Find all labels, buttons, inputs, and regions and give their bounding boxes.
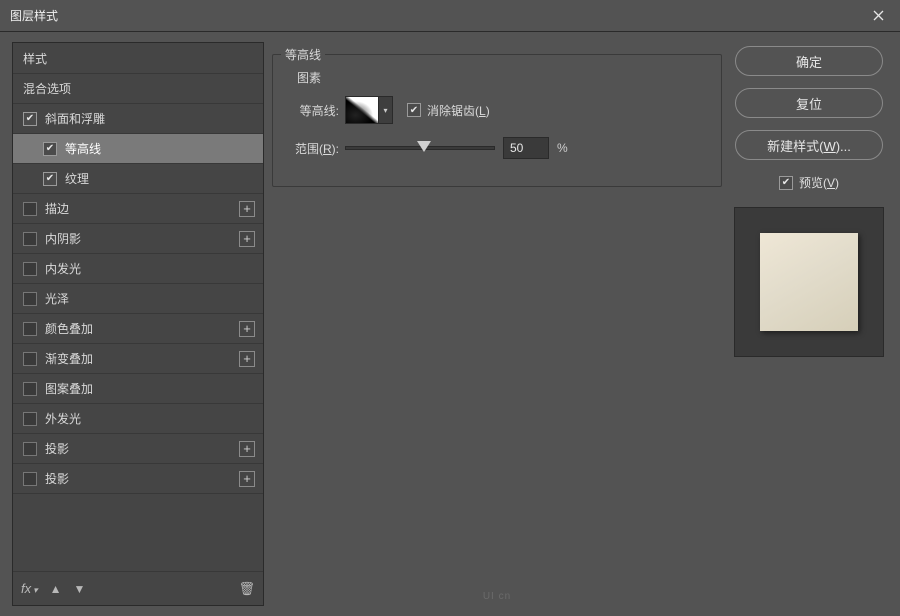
close-button[interactable] (856, 0, 900, 32)
sidebar-item-drop-shadow-1[interactable]: 投影+ (13, 433, 263, 463)
section-title: 图素 (293, 69, 707, 86)
effect-checkbox[interactable] (23, 472, 37, 486)
effect-checkbox[interactable] (23, 202, 37, 216)
sidebar-item-contour[interactable]: 等高线 (13, 133, 263, 163)
effect-checkbox[interactable] (23, 112, 37, 126)
sidebar-item-outer-glow[interactable]: 外发光 (13, 403, 263, 433)
effect-checkbox[interactable] (23, 352, 37, 366)
sidebar-header-styles[interactable]: 样式 (13, 43, 263, 73)
add-instance-button[interactable]: + (239, 231, 255, 247)
sidebar-item-texture[interactable]: 纹理 (13, 163, 263, 193)
effect-checkbox[interactable] (23, 232, 37, 246)
effect-checkbox[interactable] (23, 412, 37, 426)
effect-checkbox[interactable] (43, 142, 57, 156)
antialias-checkbox[interactable] (407, 103, 421, 117)
sidebar-item-label: 图案叠加 (45, 380, 255, 397)
sidebar-item-label: 内阴影 (45, 230, 239, 247)
new-style-button[interactable]: 新建样式(W)... (735, 130, 883, 160)
sidebar-item-drop-shadow-2[interactable]: 投影+ (13, 463, 263, 493)
watermark: UI cn (483, 591, 511, 602)
contour-label: 等高线: (287, 102, 345, 119)
effect-checkbox[interactable] (43, 172, 57, 186)
preview-checkbox[interactable] (779, 176, 793, 190)
sidebar-footer: fx▾ ▲ ▼ 🗑 (13, 571, 263, 605)
sidebar-item-satin[interactable]: 光泽 (13, 283, 263, 313)
sidebar-item-label: 投影 (45, 470, 239, 487)
sidebar-item-label: 斜面和浮雕 (45, 110, 255, 127)
settings-panel: 等高线 图素 等高线: ▾ 消除锯齿(L) 范围(R): % UI cn (272, 42, 722, 606)
sidebar-item-label: 光泽 (45, 290, 255, 307)
fx-menu-button[interactable]: fx▾ (21, 581, 38, 596)
effect-checkbox[interactable] (23, 262, 37, 276)
slider-thumb-icon (417, 141, 431, 152)
sidebar-item-bevel[interactable]: 斜面和浮雕 (13, 103, 263, 133)
preview-toggle[interactable]: 预览(V) (779, 174, 839, 191)
sidebar-item-label: 投影 (45, 440, 239, 457)
add-instance-button[interactable]: + (239, 441, 255, 457)
add-instance-button[interactable]: + (239, 321, 255, 337)
antialias-label: 消除锯齿(L) (427, 102, 490, 119)
sidebar-header-blend[interactable]: 混合选项 (13, 73, 263, 103)
preview-box (734, 207, 884, 357)
action-column: 确定 复位 新建样式(W)... 预览(V) (730, 42, 888, 606)
effect-checkbox[interactable] (23, 292, 37, 306)
range-label: 范围(R): (287, 140, 345, 157)
range-slider[interactable] (345, 138, 495, 158)
sidebar-item-label: 等高线 (65, 140, 255, 157)
range-input[interactable] (503, 137, 549, 159)
sidebar-item-label: 描边 (45, 200, 239, 217)
group-title: 等高线 (281, 46, 325, 63)
range-unit: % (557, 141, 568, 155)
move-up-button[interactable]: ▲ (50, 582, 62, 596)
contour-picker[interactable] (345, 96, 379, 124)
sidebar-item-label: 纹理 (65, 170, 255, 187)
delete-button[interactable]: 🗑 (238, 581, 255, 597)
sidebar-item-label: 渐变叠加 (45, 350, 239, 367)
sidebar-item-label: 颜色叠加 (45, 320, 239, 337)
styles-sidebar: 样式 混合选项 斜面和浮雕等高线纹理描边+内阴影+内发光光泽颜色叠加+渐变叠加+… (12, 42, 264, 606)
window-title: 图层样式 (10, 7, 58, 24)
contour-dropdown[interactable]: ▾ (379, 96, 393, 124)
reset-button[interactable]: 复位 (735, 88, 883, 118)
sidebar-item-gradient-overlay[interactable]: 渐变叠加+ (13, 343, 263, 373)
sidebar-item-label: 外发光 (45, 410, 255, 427)
titlebar: 图层样式 (0, 0, 900, 32)
sidebar-item-color-overlay[interactable]: 颜色叠加+ (13, 313, 263, 343)
add-instance-button[interactable]: + (239, 351, 255, 367)
contour-group: 等高线 图素 等高线: ▾ 消除锯齿(L) 范围(R): % (272, 54, 722, 187)
sidebar-item-pattern-overlay[interactable]: 图案叠加 (13, 373, 263, 403)
add-instance-button[interactable]: + (239, 471, 255, 487)
sidebar-item-inner-glow[interactable]: 内发光 (13, 253, 263, 283)
add-instance-button[interactable]: + (239, 201, 255, 217)
ok-button[interactable]: 确定 (735, 46, 883, 76)
effect-checkbox[interactable] (23, 382, 37, 396)
sidebar-item-label: 内发光 (45, 260, 255, 277)
move-down-button[interactable]: ▼ (74, 582, 86, 596)
sidebar-item-stroke[interactable]: 描边+ (13, 193, 263, 223)
close-icon (873, 10, 884, 21)
effect-checkbox[interactable] (23, 322, 37, 336)
sidebar-item-inner-shadow[interactable]: 内阴影+ (13, 223, 263, 253)
preview-swatch (760, 233, 858, 331)
effect-checkbox[interactable] (23, 442, 37, 456)
